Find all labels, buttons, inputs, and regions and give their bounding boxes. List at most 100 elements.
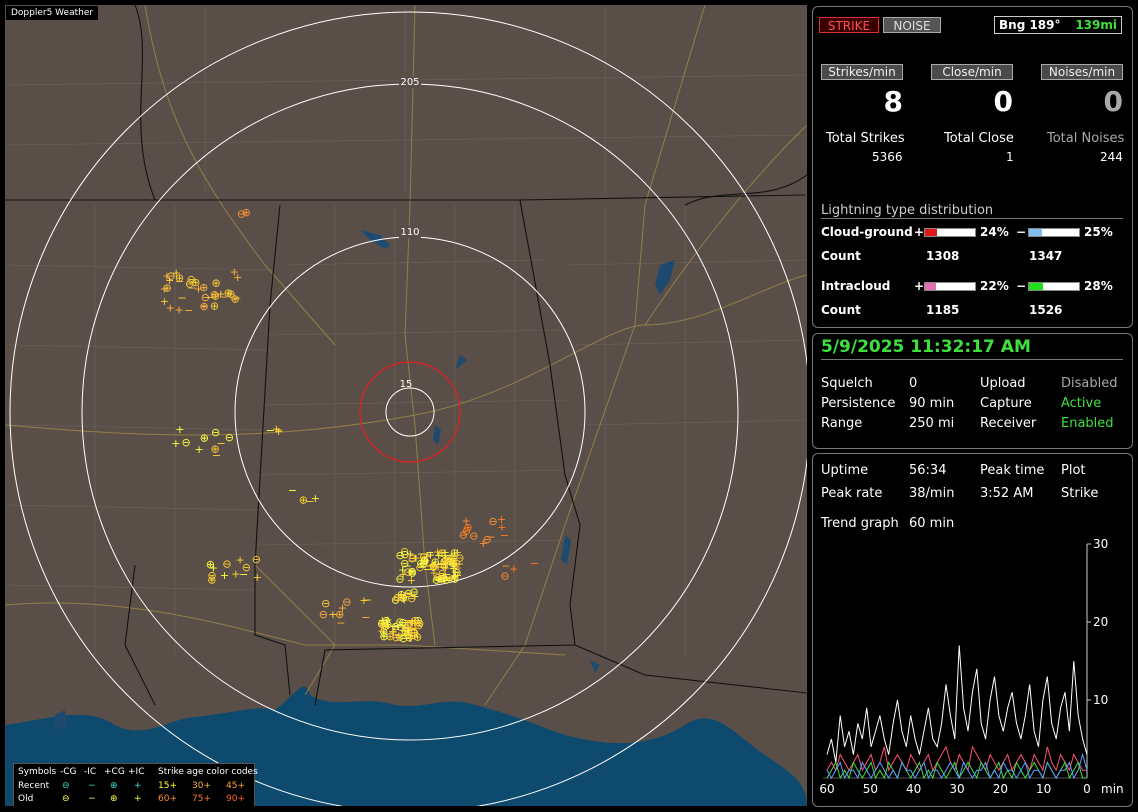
upload-label: Upload: [980, 376, 1026, 391]
legend-recent-pos-cg-icon: ⊕: [110, 781, 118, 791]
ic-plus-sign: +: [914, 279, 925, 293]
legend-recent-label: Recent: [18, 781, 50, 791]
trend-value: 60 min: [909, 516, 955, 531]
strike-marker: +: [235, 553, 244, 566]
trend-x-tick-label: 50: [863, 782, 878, 796]
ic-minus-sign: −: [1016, 279, 1027, 293]
trend-panel: Uptime 56:34 Peak time Plot Peak rate 38…: [812, 453, 1133, 807]
strike-marker: +: [461, 515, 470, 528]
cg-plus-bar-fill: [925, 229, 937, 236]
strike-button[interactable]: STRIKE: [819, 17, 879, 33]
legend-age-label: Strike age color codes: [158, 767, 258, 777]
strike-marker: +: [437, 557, 446, 570]
legend-symbols-label: Symbols: [18, 767, 57, 777]
lightning-map[interactable]: 205 110 15 ⊖ − + + ⊕ + + ⊕ ⊕ + ⊕ ⊖ ⊕ ⊖ ⊕ ⊖ + + ⊕ ⊕ − ⊖ ⊖ − − ⊖ ⊖ ⊖ −…: [5, 5, 807, 806]
strike-marker: −: [361, 611, 370, 624]
strike-marker: ⊕: [207, 573, 216, 586]
distribution-separator: [821, 218, 1123, 219]
capture-label: Capture: [980, 396, 1032, 411]
strike-marker: −: [363, 594, 372, 607]
strike-marker: +: [428, 558, 437, 571]
range-label: Range: [821, 416, 863, 431]
legend-old-pos-cg-icon: ⊕: [110, 794, 118, 804]
squelch-label: Squelch: [821, 376, 873, 391]
ic-minus-bar: [1028, 282, 1080, 291]
trend-x-tick-label: 20: [993, 782, 1008, 796]
legend-recent-neg-ic-icon: −: [88, 781, 96, 791]
noise-button[interactable]: NOISE: [883, 17, 941, 33]
datetime: 5/9/2025 11:32:17 AM: [821, 337, 1031, 357]
ic-plus-bar-fill: [925, 283, 936, 290]
receiver-value: Enabled: [1061, 416, 1114, 431]
strike-marker: +: [220, 569, 229, 582]
cg-minus-pct: 25%: [1084, 225, 1113, 239]
cg-plus-count: 1308: [926, 249, 960, 263]
uptime-label: Uptime: [821, 463, 869, 478]
strike-marker: −: [288, 484, 297, 497]
strike-marker: +: [253, 571, 262, 584]
strike-marker: −: [177, 292, 186, 305]
distance-value: 139mi: [1075, 18, 1117, 32]
strike-marker: ⊖: [237, 208, 246, 221]
trend-x-unit: min: [1101, 782, 1124, 796]
strike-marker: −: [530, 557, 539, 570]
legend-old-neg-ic-icon: −: [88, 794, 96, 804]
cg-minus-sign: −: [1016, 225, 1027, 239]
strike-marker: +: [398, 563, 407, 576]
cg-plus-bar: [924, 228, 976, 237]
strike-marker: −: [239, 568, 248, 581]
plot-label: Plot: [1061, 463, 1086, 478]
legend-header-neg-ic: -IC: [84, 767, 97, 777]
receiver-label: Receiver: [980, 416, 1037, 431]
legend-age-60: 60+: [158, 794, 177, 804]
ic-minus-count: 1526: [1029, 303, 1063, 317]
strike-marker: ⊖: [482, 533, 491, 546]
strike-marker: −: [212, 449, 221, 462]
legend-header-pos-ic: +IC: [128, 767, 145, 777]
strike-marker: ⊖: [210, 288, 219, 301]
bearing-display: Bng 189° 139mi: [994, 16, 1122, 34]
close-per-min-value: 0: [993, 85, 1013, 118]
persistence-label: Persistence: [821, 396, 896, 411]
peak-time-value: 3:52 AM: [980, 486, 1034, 501]
strike-marker: −: [305, 495, 314, 508]
trend-graph: 30 20 10 60 50 40 30 20 10 0 min: [819, 537, 1124, 796]
strike-marker: +: [162, 269, 171, 282]
total-noises-label: Total Noises: [1047, 131, 1125, 146]
legend-age-15: 15+: [158, 781, 177, 791]
legend-age-45: 45+: [226, 781, 245, 791]
squelch-value: 0: [909, 376, 918, 391]
legend-old-pos-ic-icon: +: [134, 794, 142, 804]
strikes-per-min-label: Strikes/min: [821, 64, 903, 80]
total-close-label: Total Close: [944, 131, 1014, 146]
total-strikes-label: Total Strikes: [826, 131, 905, 146]
strike-marker: ⊕: [200, 432, 209, 445]
strike-marker: −: [403, 587, 412, 600]
strike-marker: −: [184, 304, 193, 317]
status-panel: 5/9/2025 11:32:17 AM Squelch 0 Upload Di…: [812, 333, 1133, 449]
trend-x-tick-label: 60: [819, 782, 834, 796]
strike-marker: −: [266, 424, 275, 437]
plot-value[interactable]: Strike: [1061, 486, 1098, 501]
capture-value: Active: [1061, 396, 1102, 411]
distribution-title: Lightning type distribution: [821, 203, 994, 218]
trend-x-tick-label: 0: [1083, 782, 1091, 796]
strike-marker: +: [171, 437, 180, 450]
map-canvas: 205 110 15 ⊖−++⊕++⊕⊕+⊕⊖⊕⊖⊕⊖ ++ ⊕⊕−⊖ ⊖−−⊖⊖⊖−…: [5, 5, 807, 806]
legend-old-label: Old: [18, 794, 34, 804]
ic-label: Intracloud: [821, 279, 891, 293]
strike-marker: −: [501, 560, 510, 573]
strike-marker: ⊕: [206, 558, 215, 571]
strike-marker: ⊕: [379, 619, 388, 632]
ic-count-label: Count: [821, 303, 861, 317]
cg-plus-sign: +: [914, 225, 925, 239]
strike-marker: −: [453, 561, 462, 574]
cg-minus-bar: [1028, 228, 1080, 237]
trend-x-tick-label: 40: [906, 782, 921, 796]
strike-marker: +: [166, 302, 175, 315]
ic-plus-count: 1185: [926, 303, 960, 317]
strike-marker: −: [232, 292, 241, 305]
persistence-value: 90 min: [909, 396, 955, 411]
strike-marker: ⊖: [469, 529, 478, 542]
trend-series-line: [826, 752, 1088, 780]
